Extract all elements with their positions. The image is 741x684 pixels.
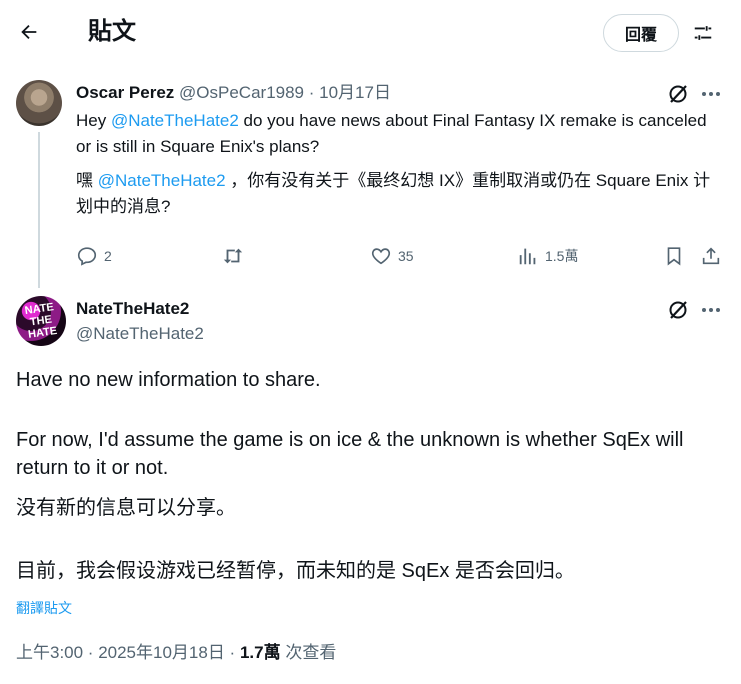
avatar-oscar[interactable] [16,80,62,126]
parent-text-en: Hey @NateTheHate2 do you have news about… [76,111,707,156]
bookmark-icon[interactable] [663,244,685,268]
grok-icon[interactable] [666,82,690,106]
back-arrow-icon[interactable] [14,17,44,47]
avatar-natethehate[interactable]: NATE THE HATE [16,296,66,346]
like-action[interactable]: 35 [370,244,414,268]
tweet-views-label: 次查看 [280,643,337,662]
tweet-paragraph-2: For now, I'd assume the game is on ice &… [16,429,684,479]
like-count: 35 [398,248,414,264]
page-title: 貼文 [88,18,136,45]
parent-display-name[interactable]: Oscar Perez [76,83,174,102]
mention-link[interactable]: @NateTheHate2 [98,171,226,190]
views-count: 1.5萬 [545,248,579,264]
thread-line [38,132,40,288]
like-icon [371,248,391,265]
reply-count: 2 [104,248,112,264]
tweet-timestamp[interactable]: 上午3:00 · 2025年10月18日 · [16,643,240,662]
views-icon [519,248,536,265]
translate-post-link[interactable]: 翻譯貼文 [16,598,72,618]
repost-action[interactable] [220,244,246,268]
main-display-name[interactable]: NateTheHate2 [76,298,189,320]
main-handle[interactable]: @NateTheHate2 [76,323,204,345]
tweet-paragraph-1: Have no new information to share. [16,369,321,391]
parent-author: Oscar Perez @OsPeCar1989 · 10月17日 [76,82,391,104]
more-icon[interactable] [699,298,723,322]
parent-handle-date[interactable]: @OsPeCar1989 · 10月17日 [179,83,391,102]
tweet-paragraph-4: 目前，我会假设游戏已经暂停，而未知的是 SqEx 是否会回归。 [16,560,575,582]
reply-icon [77,247,97,266]
repost-icon [223,248,243,264]
parent-text-zh: 嘿 @NateTheHate2 ，你有没有关于《最终幻想 IX》重制取消或仍在 … [76,171,711,216]
sliders-icon[interactable] [688,19,718,47]
top-bar: 貼文 回覆 [0,0,741,64]
tweet-views-count: 1.7萬 [239,643,281,662]
tweet-metadata: 上午3:00 · 2025年10月18日 · 1.7萬 次查看 [16,642,336,664]
more-icon[interactable] [699,82,723,106]
mention-link[interactable]: @NateTheHate2 [111,111,239,130]
reply-button[interactable]: 回覆 [603,14,679,52]
avatar-text: NATE THE HATE [24,301,58,341]
reply-action[interactable]: 2 [76,244,112,268]
share-icon[interactable] [700,244,722,268]
grok-icon[interactable] [666,298,690,322]
tweet-paragraph-3: 没有新的信息可以分享。 [16,497,236,519]
views-action[interactable]: 1.5萬 [517,244,578,268]
